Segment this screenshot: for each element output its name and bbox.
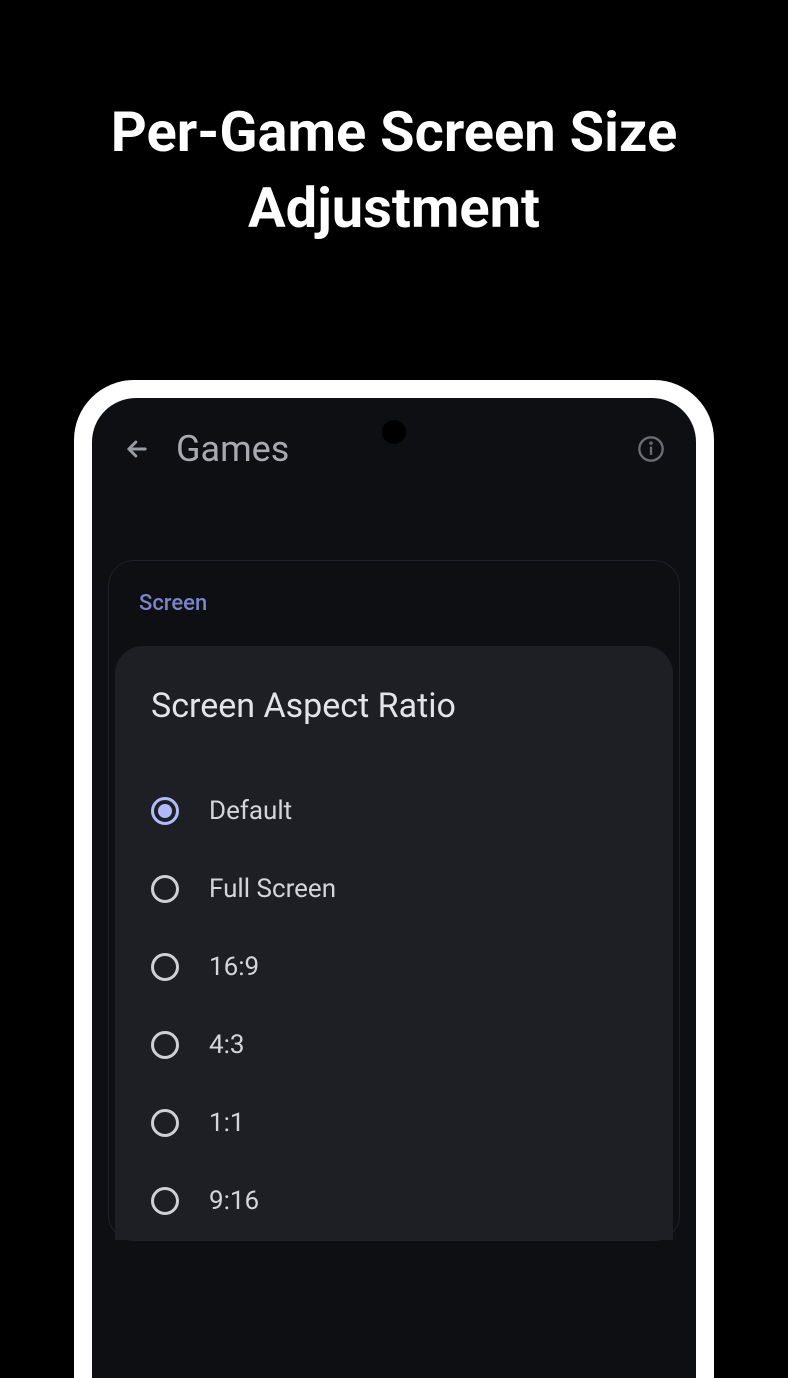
radio-icon xyxy=(151,1109,179,1137)
radio-option-default[interactable]: Default xyxy=(151,772,637,850)
radio-icon xyxy=(151,797,179,825)
phone-screen: Games Screen Screen Aspect Ratio Default… xyxy=(92,398,696,1378)
radio-icon xyxy=(151,875,179,903)
app-bar: Games xyxy=(92,398,696,490)
back-arrow-icon[interactable] xyxy=(122,434,152,464)
section-card: Screen Screen Aspect Ratio Default Full … xyxy=(108,560,680,1241)
radio-label: 1:1 xyxy=(209,1108,245,1138)
radio-option-full-screen[interactable]: Full Screen xyxy=(151,850,637,928)
radio-label: 9:16 xyxy=(209,1186,259,1216)
radio-option-1-1[interactable]: 1:1 xyxy=(151,1084,637,1162)
radio-label: 16:9 xyxy=(209,952,259,982)
radio-icon xyxy=(151,953,179,981)
radio-label: Full Screen xyxy=(209,874,336,904)
radio-option-4-3[interactable]: 4:3 xyxy=(151,1006,637,1084)
radio-icon xyxy=(151,1031,179,1059)
section-label: Screen xyxy=(109,591,679,646)
promo-headline: Per-Game Screen Size Adjustment xyxy=(0,0,788,246)
aspect-ratio-dialog: Screen Aspect Ratio Default Full Screen … xyxy=(115,646,673,1240)
camera-notch xyxy=(382,420,406,444)
radio-option-16-9[interactable]: 16:9 xyxy=(151,928,637,1006)
radio-label: Default xyxy=(209,796,292,826)
phone-frame: Games Screen Screen Aspect Ratio Default… xyxy=(74,380,714,1378)
info-icon[interactable] xyxy=(636,434,666,464)
radio-icon xyxy=(151,1187,179,1215)
radio-option-9-16[interactable]: 9:16 xyxy=(151,1162,637,1240)
radio-label: 4:3 xyxy=(209,1030,245,1060)
dialog-title: Screen Aspect Ratio xyxy=(151,686,637,726)
